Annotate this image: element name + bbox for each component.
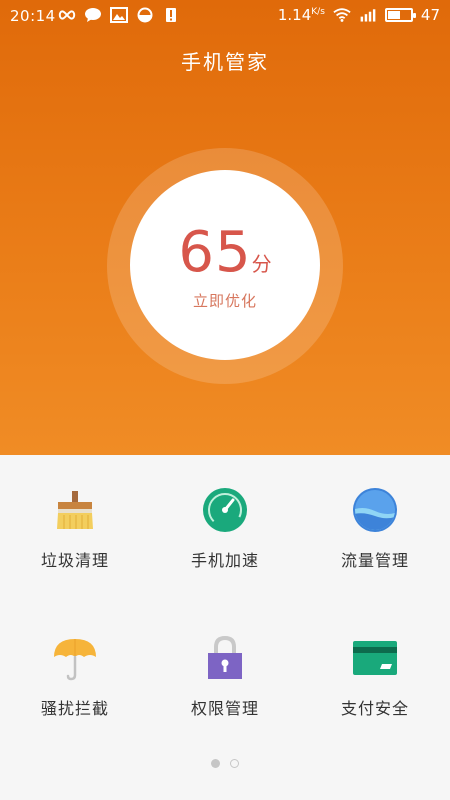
water-ball-icon bbox=[350, 485, 400, 535]
battery-level: 47 bbox=[420, 6, 440, 24]
tool-label: 支付安全 bbox=[340, 699, 409, 718]
optimize-now-link[interactable]: 立即优化 bbox=[130, 290, 320, 311]
tool-payment-security[interactable]: 支付安全 bbox=[300, 603, 450, 753]
page-indicator bbox=[0, 753, 450, 772]
score-value: 65 bbox=[178, 220, 252, 285]
tool-label: 权限管理 bbox=[190, 699, 259, 718]
tool-data-manage[interactable]: 流量管理 bbox=[300, 455, 450, 605]
lock-icon bbox=[200, 633, 250, 683]
battery-icon bbox=[384, 8, 416, 22]
signal-icon bbox=[359, 6, 377, 24]
umbrella-icon bbox=[50, 633, 100, 683]
theme-icon bbox=[136, 6, 154, 24]
tool-label: 骚扰拦截 bbox=[40, 699, 109, 718]
score-button[interactable]: 65分 立即优化 bbox=[130, 170, 320, 360]
broom-icon bbox=[50, 485, 100, 535]
tool-label: 流量管理 bbox=[340, 551, 409, 570]
tool-harassment-block[interactable]: 骚扰拦截 bbox=[0, 603, 150, 753]
wifi-icon bbox=[333, 6, 351, 24]
tool-phone-boost[interactable]: 手机加速 bbox=[150, 455, 300, 605]
net-speed: 1.14K/s bbox=[277, 6, 325, 24]
score-display: 65分 bbox=[130, 220, 320, 285]
infinity-icon bbox=[58, 6, 76, 24]
tools-grid: 垃圾清理 手机加速 流量管理 骚扰拦截 权限管理 支付安全 bbox=[0, 455, 450, 800]
chat-icon bbox=[84, 6, 102, 24]
card-icon bbox=[350, 633, 400, 683]
status-time: 20:14 bbox=[10, 7, 56, 25]
status-bar: 20:14 1.14K/s 47 bbox=[0, 0, 450, 32]
page-dot-active[interactable] bbox=[211, 759, 220, 768]
tool-junk-clean[interactable]: 垃圾清理 bbox=[0, 455, 150, 605]
tool-label: 手机加速 bbox=[190, 551, 259, 570]
tool-label: 垃圾清理 bbox=[40, 551, 109, 570]
header-panel: 20:14 1.14K/s 47 手机管家 65分 立即优化 bbox=[0, 0, 450, 455]
tool-permission-manage[interactable]: 权限管理 bbox=[150, 603, 300, 753]
page-title: 手机管家 bbox=[181, 50, 269, 74]
score-unit: 分 bbox=[251, 252, 272, 276]
alert-icon bbox=[162, 6, 180, 24]
speedometer-icon bbox=[200, 485, 250, 535]
page-dot[interactable] bbox=[230, 759, 239, 768]
image-icon bbox=[110, 6, 128, 24]
